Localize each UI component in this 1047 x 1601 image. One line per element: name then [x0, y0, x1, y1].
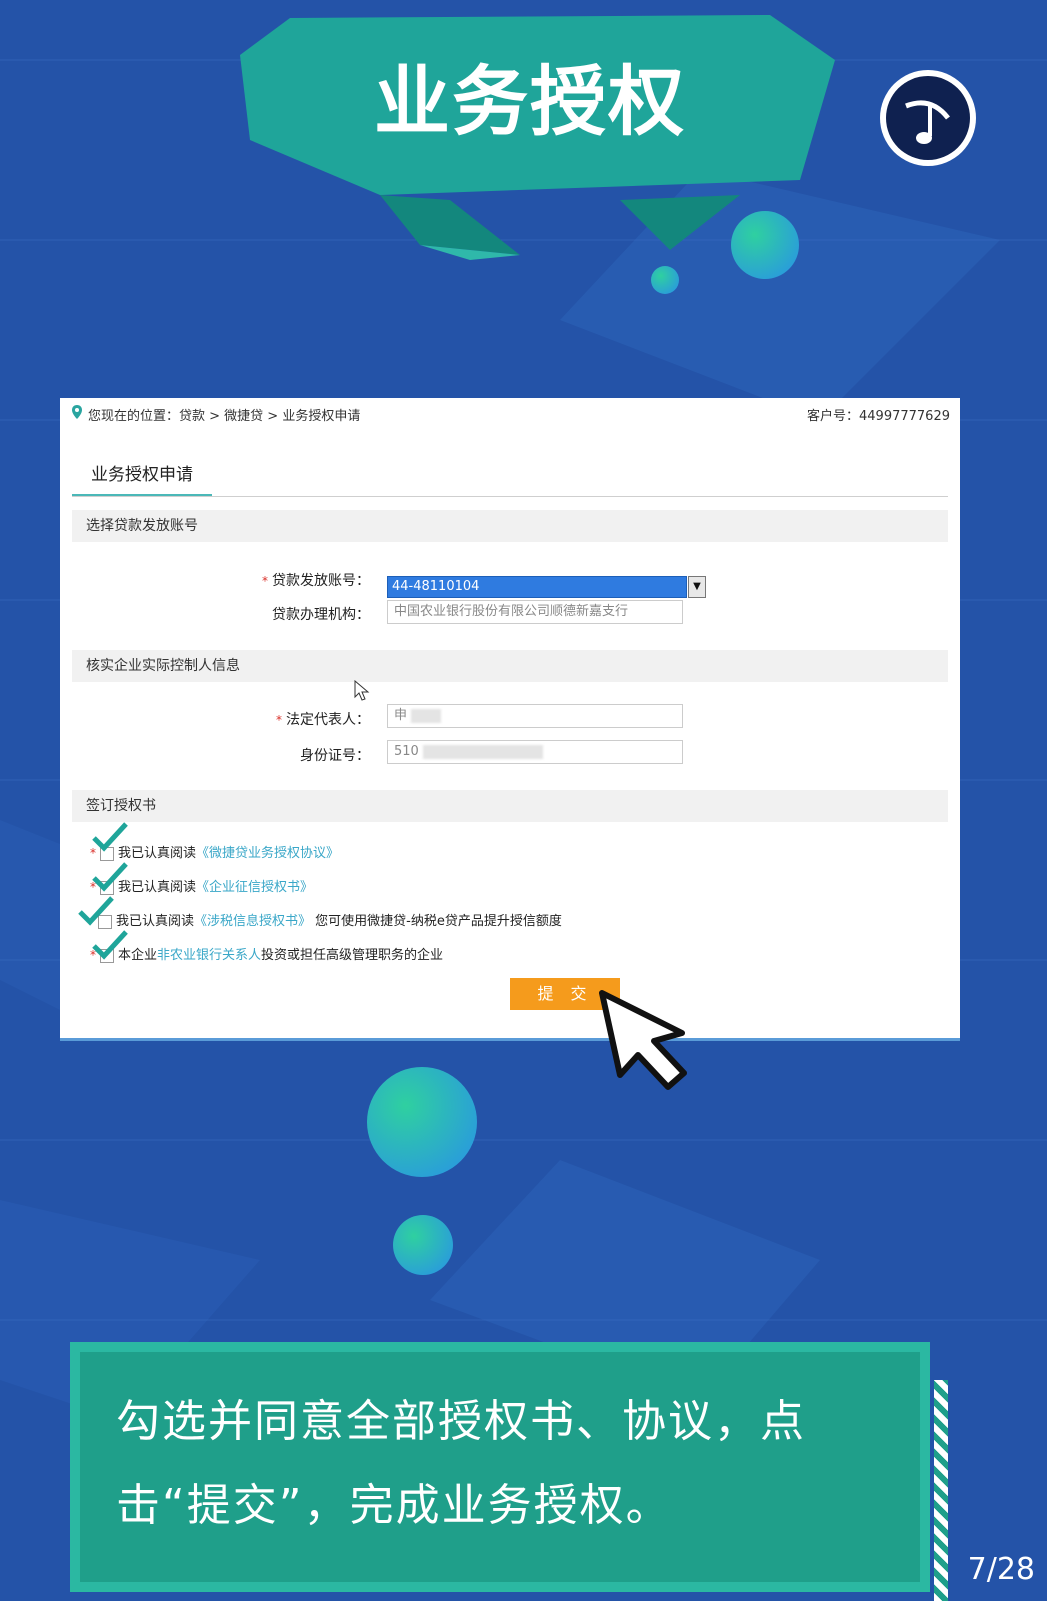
- agree-item-4[interactable]: * 本企业非农业银行关系人投资或担任高级管理职务的企业: [90, 944, 443, 963]
- link-loan-agreement[interactable]: 《微捷贷业务授权协议》: [196, 846, 339, 861]
- breadcrumb: 您现在的位置：贷款 > 微捷贷 > 业务授权申请: [88, 409, 361, 424]
- tax-note: 您可使用微捷贷-纳税e贷产品提升授信额度: [315, 914, 562, 929]
- agree-item-3[interactable]: 我已认真阅读《涉税信息授权书》 您可使用微捷贷-纳税e贷产品提升授信额度: [98, 910, 562, 929]
- org-label: 贷款办理机构：: [272, 607, 370, 623]
- caption-box: 勾选并同意全部授权书、协议，点击“提交”，完成业务授权。: [70, 1342, 930, 1592]
- mouse-cursor-icon: [354, 680, 370, 701]
- redacted-text: [411, 708, 442, 723]
- location-pin-icon: [72, 405, 82, 419]
- tab-business-authorization[interactable]: 业务授权申请: [72, 458, 212, 497]
- check-mark-icon: [92, 862, 128, 892]
- legal-rep-label: * 法定代表人：: [276, 712, 370, 728]
- id-label: 身份证号：: [300, 748, 370, 764]
- required-mark: *: [276, 713, 282, 727]
- pointer-cursor-icon: [599, 990, 687, 1090]
- legal-rep-value: 申: [394, 708, 408, 723]
- screenshot-panel: 您现在的位置：贷款 > 微捷贷 > 业务授权申请 客户号：44997777629…: [60, 398, 960, 1041]
- required-mark: *: [262, 574, 268, 588]
- music-note-icon: [905, 100, 950, 144]
- account-select-value: 44-48110104: [392, 579, 480, 594]
- redacted-text: [422, 744, 543, 759]
- customer-number: 客户号：44997777629: [807, 409, 950, 424]
- check-mark-icon: [92, 930, 128, 960]
- caption-stripe: [934, 1380, 948, 1601]
- logo: [880, 70, 976, 166]
- check-mark-icon: [78, 896, 114, 926]
- caption-text: 勾选并同意全部授权书、协议，点击“提交”，完成业务授权。: [116, 1396, 806, 1531]
- tab-divider: [72, 496, 948, 497]
- account-label: * 贷款发放账号：: [262, 573, 370, 589]
- page-title: 业务授权: [374, 57, 686, 146]
- id-number-value: 510: [394, 744, 419, 759]
- account-select[interactable]: 44-48110104 ▼: [387, 576, 706, 598]
- section-controller-info: 核实企业实际控制人信息: [72, 650, 948, 682]
- legal-rep-field[interactable]: 申: [387, 704, 683, 728]
- link-non-related-party[interactable]: 非农业银行关系人: [157, 948, 261, 963]
- breadcrumb-bar: 您现在的位置：贷款 > 微捷贷 > 业务授权申请 客户号：44997777629: [60, 398, 960, 428]
- link-tax-authorization[interactable]: 《涉税信息授权书》: [194, 914, 311, 929]
- check-mark-icon: [92, 822, 128, 852]
- id-number-field[interactable]: 510: [387, 740, 683, 764]
- section-sign-authorization: 签订授权书: [72, 790, 948, 822]
- org-field[interactable]: 中国农业银行股份有限公司顺德新嘉支行: [387, 600, 683, 624]
- section-loan-account: 选择贷款发放账号: [72, 510, 948, 542]
- page-indicator: 7/28: [967, 1552, 1035, 1587]
- link-credit-authorization[interactable]: 《企业征信授权书》: [196, 880, 313, 895]
- chevron-down-icon[interactable]: ▼: [688, 576, 706, 598]
